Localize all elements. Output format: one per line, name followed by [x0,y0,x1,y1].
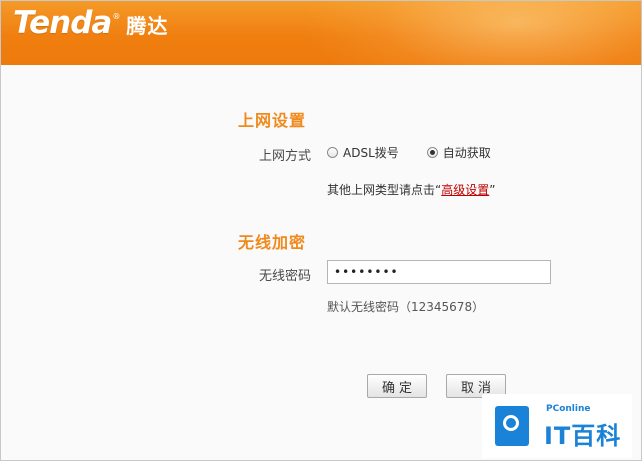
radio-auto-label: 自动获取 [442,146,491,160]
connection-mode-radio-group: ADSL拨号 自动获取 [327,144,491,161]
wireless-password-input[interactable] [327,260,551,284]
hint-prefix: 其他上网类型请点击 [327,183,436,197]
radio-adsl-label: ADSL拨号 [343,146,399,160]
connection-mode-label: 上网方式 [258,149,311,164]
hint-quote-close: ” [489,183,496,197]
header-glow [301,1,641,65]
radio-adsl[interactable]: ADSL拨号 [327,144,399,161]
radio-auto[interactable]: 自动获取 [426,144,491,161]
tenda-logo: Tenda ® 腾达 [13,5,168,49]
watermark-logo-icon [495,406,529,446]
logo-text-cn: 腾达 [126,14,169,38]
advanced-settings-link[interactable]: 高级设置 [441,183,489,197]
pconline-watermark: PConline IT百科 [482,394,632,458]
default-password-hint: 默认无线密码（12345678） [327,300,485,314]
radio-auto-indicator[interactable] [426,147,438,158]
wireless-password-label: 无线密码 [258,269,311,284]
wireless-encryption-title: 无线加密 [238,233,307,252]
header-banner: Tenda ® 腾达 [1,1,641,65]
internet-settings-title: 上网设置 [238,111,307,130]
watermark-big-text: IT百科 [544,422,622,450]
logo-text-en: Tenda [13,5,112,41]
logo-registered-mark: ® [112,12,121,21]
advanced-settings-hint: 其他上网类型请点击“高级设置” [327,181,495,198]
confirm-button[interactable]: 确定 [367,374,427,398]
router-setup-window: Tenda ® 腾达 上网设置 上网方式 ADSL拨号 自动获取 其他上网类型请… [0,0,642,461]
watermark-small-text: PConline [546,404,591,414]
radio-adsl-indicator[interactable] [327,147,338,158]
